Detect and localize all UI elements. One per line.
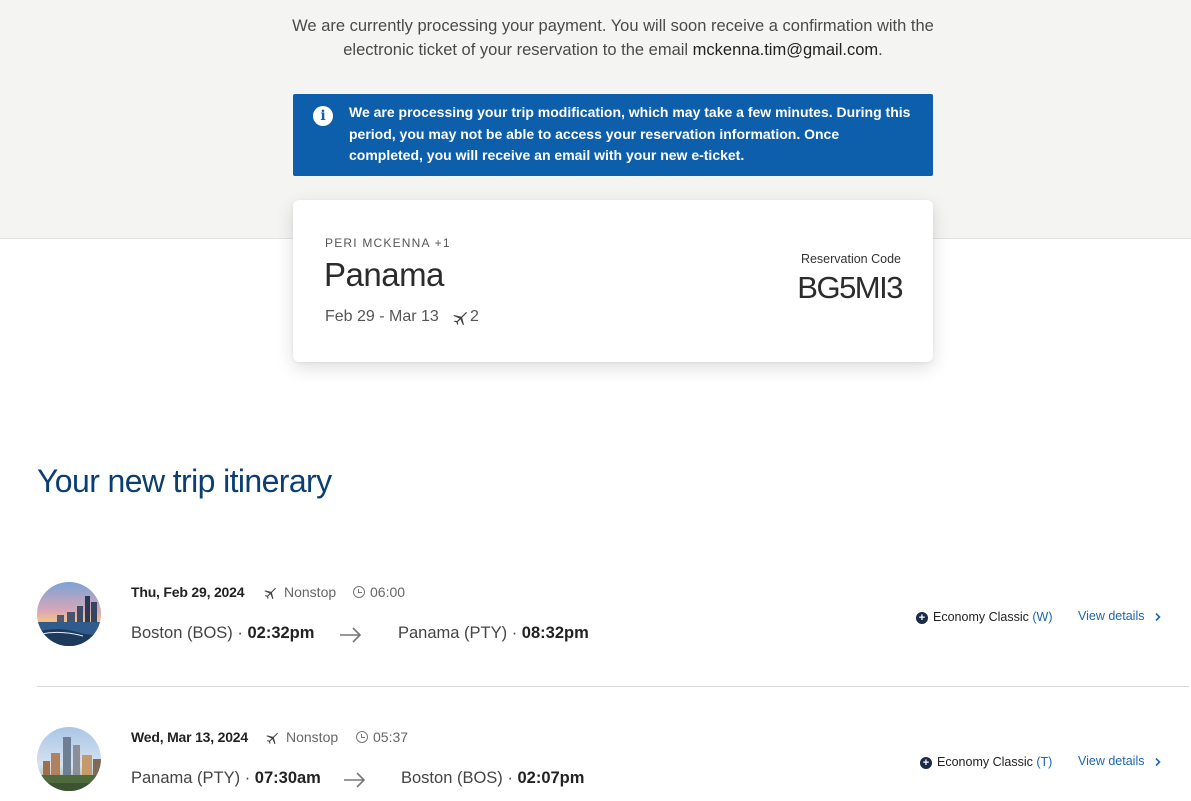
reservation-card: PERI MCKENNA +1 Panama Feb 29 - Mar 13 2… [293, 200, 933, 362]
trip-dates: Feb 29 - Mar 13 [325, 308, 439, 325]
chevron-right-icon[interactable] [1154, 758, 1162, 766]
segment-divider [37, 686, 1189, 687]
arrow-right-icon [340, 627, 362, 643]
processing-line-1: We are currently processing your payment… [292, 17, 934, 35]
origin: Panama (PTY) · 07:30am [131, 769, 321, 787]
processing-line-2: electronic ticket of your reservation to… [343, 41, 883, 59]
flight-segment: Wed, Mar 13, 2024 Nonstop 05:37 Panama (… [37, 727, 1189, 793]
plane-icon [266, 732, 278, 744]
plane-icon [264, 587, 276, 599]
info-icon: i [313, 106, 333, 126]
clock-icon [353, 586, 365, 598]
destination-title: Panama [324, 256, 444, 293]
fare-type: Economy Classic (T) [937, 755, 1053, 769]
plane-icon [453, 311, 467, 325]
flight-date: Thu, Feb 29, 2024 [131, 584, 245, 600]
departure-time: 02:32pm [247, 624, 315, 642]
flight-duration: 05:37 [373, 729, 409, 745]
modification-info-banner: i We are processing your trip modificati… [293, 94, 933, 176]
destination: Boston (BOS) · 02:07pm [401, 769, 585, 787]
passenger-name: PERI MCKENNA +1 [325, 236, 451, 250]
flight-duration: 06:00 [370, 584, 406, 600]
fare-class: (W) [1032, 610, 1053, 624]
clock-icon [356, 731, 368, 743]
flight-count: 2 [470, 308, 479, 325]
destination-thumbnail [37, 582, 101, 646]
plus-circle-icon: + [920, 757, 932, 769]
view-details-link[interactable]: View details [1078, 609, 1144, 623]
destination-thumbnail [37, 727, 101, 791]
reservation-code-label: Reservation Code [800, 252, 901, 266]
processing-message: We are currently processing your payment… [0, 14, 1191, 62]
itinerary-title: Your new trip itinerary [37, 463, 332, 499]
stops-label: Nonstop [284, 584, 337, 600]
arrival-time: 08:32pm [521, 624, 589, 642]
plus-circle-icon: + [916, 612, 928, 624]
flight-segment: Thu, Feb 29, 2024 Nonstop 06:00 Boston (… [37, 582, 1189, 648]
reservation-code: BG5MI3 [797, 270, 903, 305]
stops-label: Nonstop [286, 729, 339, 745]
flight-date: Wed, Mar 13, 2024 [131, 729, 248, 745]
arrow-right-icon [344, 772, 366, 788]
destination: Panama (PTY) · 08:32pm [398, 624, 589, 642]
banner-text: We are processing your trip modification… [349, 104, 911, 163]
departure-time: 07:30am [254, 769, 321, 787]
fare-class: (T) [1036, 755, 1053, 769]
confirmation-email: mckenna.tim@gmail.com [692, 41, 879, 59]
view-details-link[interactable]: View details [1078, 754, 1144, 768]
origin: Boston (BOS) · 02:32pm [131, 624, 315, 642]
fare-type: Economy Classic (W) [933, 610, 1053, 624]
arrival-time: 02:07pm [517, 769, 585, 787]
chevron-right-icon[interactable] [1154, 613, 1162, 621]
